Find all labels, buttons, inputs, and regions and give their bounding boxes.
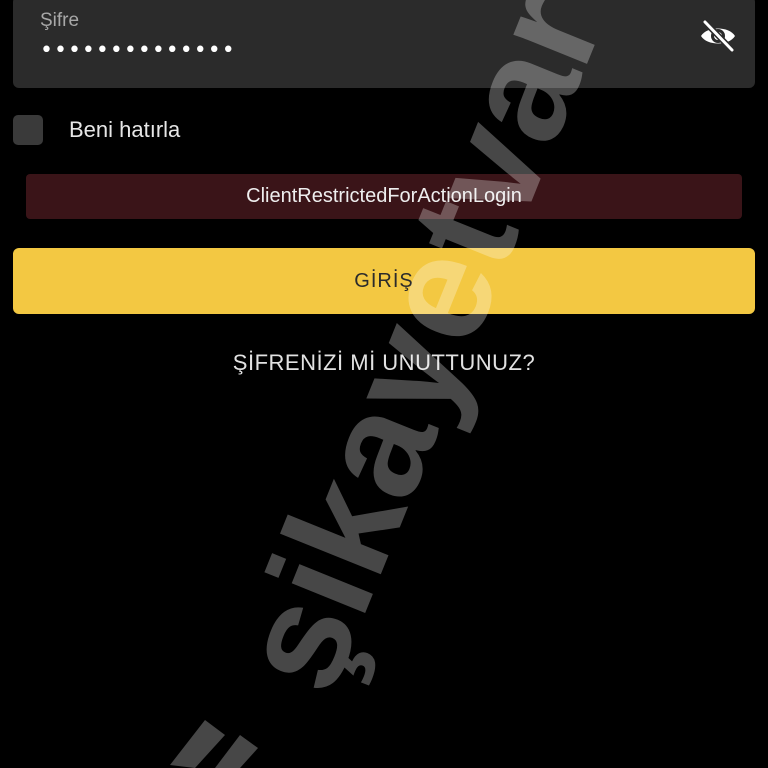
login-button-label: GİRİŞ xyxy=(354,269,414,292)
eye-slash-icon[interactable] xyxy=(694,16,742,56)
remember-me-label[interactable]: Beni hatırla xyxy=(69,117,180,143)
error-message: ClientRestrictedForActionLogin xyxy=(246,185,522,207)
remember-me-checkbox[interactable] xyxy=(13,115,43,145)
remember-me-row: Beni hatırla xyxy=(13,112,180,148)
password-label: Şifre xyxy=(40,10,80,31)
password-field[interactable]: Şifre •••••••••••••• xyxy=(13,0,755,88)
error-banner: ClientRestrictedForActionLogin xyxy=(26,174,742,219)
password-input[interactable]: •••••••••••••• xyxy=(40,38,236,63)
login-button[interactable]: GİRİŞ xyxy=(13,248,755,314)
forgot-password-link[interactable]: ŞİFRENİZİ Mİ UNUTTUNUZ? xyxy=(0,350,768,376)
